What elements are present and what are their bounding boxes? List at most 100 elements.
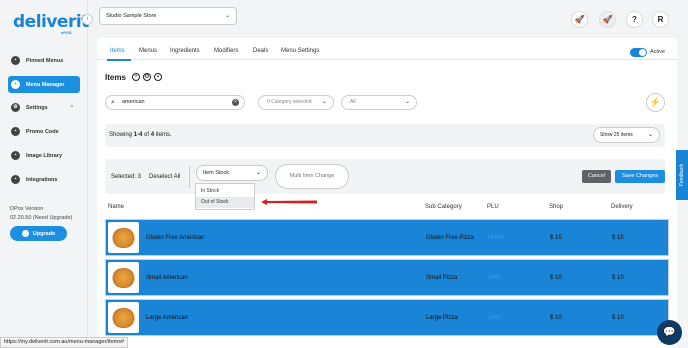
feedback-tab[interactable]: Feedback xyxy=(676,150,688,200)
bulk-action-bar: Selected: 3 Deselect All Item Stock ⌄ Mu… xyxy=(105,159,665,194)
column-header-sub-category: Sub Category xyxy=(425,204,462,210)
help-icon[interactable]: ? xyxy=(626,11,643,28)
upgrade-label: Upgrade xyxy=(32,230,56,237)
item-shop-price: $ 10 xyxy=(550,275,562,281)
item-thumbnail xyxy=(108,302,139,333)
image-icon: ▪ xyxy=(11,151,20,160)
item-shop-price: $ 15 xyxy=(550,235,562,241)
settings-icon[interactable]: ⚙ xyxy=(143,73,151,81)
pin-icon: ▪ xyxy=(11,56,20,65)
deselect-all-link[interactable]: Deselect All xyxy=(149,174,180,180)
settings-icon: ⚙ xyxy=(11,103,20,112)
tab-deals[interactable]: Deals xyxy=(253,48,268,54)
item-sub-category: Gluten Free Pizza xyxy=(426,235,475,241)
summary-middle: of xyxy=(142,132,151,138)
active-toggle-label: Active xyxy=(650,49,665,55)
column-header-name: Name xyxy=(108,204,125,210)
sidebar-item-label: Image Library xyxy=(26,152,63,159)
cancel-button[interactable]: Cancel xyxy=(582,170,611,183)
search-icon: ⌕ xyxy=(111,99,115,106)
quick-action-icon[interactable]: ⚡ xyxy=(646,93,665,112)
sidebar-item-pinned-menus[interactable]: ▪ Pinned Menus xyxy=(8,52,80,69)
sidebar-item-promo-code[interactable]: ▪ Promo Code xyxy=(8,123,80,140)
item-stock-select[interactable]: Item Stock ⌄ xyxy=(196,165,268,181)
search-input[interactable]: ⌕ american × xyxy=(105,95,245,110)
table-row[interactable]: Large American Large Pizza LP02 $ 10 $ 1… xyxy=(105,299,669,336)
column-header-plu: PLU xyxy=(487,204,499,210)
sidebar-item-image-library[interactable]: ▪ Image Library xyxy=(8,147,80,164)
status-filter-placeholder: All xyxy=(350,99,356,105)
selected-count: Selected: 3 xyxy=(111,174,142,180)
active-toggle[interactable] xyxy=(630,48,647,57)
summary-suffix: items. xyxy=(154,132,172,138)
store-select[interactable]: Studio Sample Store ⌄ xyxy=(99,7,237,25)
sidebar-item-label: Menu Manager xyxy=(26,81,65,88)
chevron-down-icon: ⌄ xyxy=(255,170,261,176)
item-delivery-price: $ 10 xyxy=(612,315,624,321)
upgrade-icon xyxy=(21,230,29,237)
annotation-arrow-icon xyxy=(261,199,317,205)
rocket-icon[interactable]: 🚀 xyxy=(571,11,588,28)
collapse-sidebar-button[interactable]: ‹ xyxy=(82,14,93,25)
menu-manager-icon: ▪ xyxy=(11,80,20,89)
tab-ingredients[interactable]: Ingredients xyxy=(170,48,200,54)
chevron-down-icon: ⌄ xyxy=(224,13,230,19)
category-filter[interactable]: 0 Category selected ⌄ xyxy=(258,95,334,110)
item-sub-category: Large Pizza xyxy=(426,315,458,321)
tab-bar: Items Menus Ingredients Modifiers Deals … xyxy=(97,38,677,61)
tab-menu-settings[interactable]: Menu Settings xyxy=(281,48,319,54)
chevron-down-icon: ⌄ xyxy=(404,99,410,105)
promo-icon: ▪ xyxy=(11,127,20,136)
stock-option-in-stock[interactable]: In Stock xyxy=(196,186,254,197)
category-filter-placeholder: 0 Category selected xyxy=(267,99,312,105)
search-value: american xyxy=(122,99,145,105)
item-shop-price: $ 10 xyxy=(550,315,562,321)
avatar[interactable]: R xyxy=(652,11,669,28)
rocket-disabled-icon[interactable]: 🚀 xyxy=(599,11,616,28)
chevron-down-icon: ⌄ xyxy=(321,99,327,105)
logo-subtitle: ePOS xyxy=(61,30,72,35)
save-changes-button[interactable]: Save Changes xyxy=(615,170,665,183)
clear-search-icon[interactable]: × xyxy=(232,99,239,106)
chevron-down-icon: ⌄ xyxy=(647,132,653,138)
item-plu: LP02 xyxy=(488,315,500,321)
per-page-select[interactable]: Show 25 items ⌄ xyxy=(593,127,660,143)
version-title: DPos Version xyxy=(10,206,44,212)
item-thumbnail xyxy=(108,222,139,253)
store-select-value: Studio Sample Store xyxy=(106,13,157,19)
item-name: Gluten Free American xyxy=(146,235,205,241)
item-stock-select-value: Item Stock xyxy=(203,170,229,176)
stock-option-out-of-stock[interactable]: Out of Stock xyxy=(196,197,254,208)
version-value: 02.20.50 (Need Upgrade) xyxy=(10,215,73,221)
tab-menus[interactable]: Menus xyxy=(139,48,157,54)
item-plu: SP02 xyxy=(488,275,501,281)
sidebar-item-integrations[interactable]: ▪ Integrations xyxy=(8,171,80,188)
sidebar-item-label: Integrations xyxy=(26,176,58,183)
add-item-icon[interactable]: + xyxy=(132,73,140,81)
item-delivery-price: $ 10 xyxy=(612,275,624,281)
table-row[interactable]: Gluten Free American Gluten Free Pizza G… xyxy=(105,219,669,256)
item-delivery-price: $ 15 xyxy=(612,235,624,241)
divider xyxy=(189,166,190,188)
page-title: Items xyxy=(105,73,126,82)
chat-icon[interactable]: 💬 xyxy=(657,320,682,345)
logo: deliverit xyxy=(13,12,89,32)
sidebar-item-label: Promo Code xyxy=(26,128,59,135)
sidebar-item-label: Settings xyxy=(26,104,48,111)
table-row[interactable]: Small American Small Pizza SP02 $ 10 $ 1… xyxy=(105,259,669,296)
sidebar-item-settings[interactable]: ⚙ Settings ⌃ xyxy=(8,99,80,116)
tab-items[interactable]: Items xyxy=(110,48,125,54)
item-name: Small American xyxy=(146,275,188,281)
version-info: DPos Version 02.20.50 (Need Upgrade) xyxy=(10,205,72,223)
multi-item-change-button[interactable]: Multi Item Change xyxy=(275,164,349,189)
item-plu: GFP02 xyxy=(488,235,504,241)
upgrade-button[interactable]: Upgrade xyxy=(10,226,67,241)
per-page-value: Show 25 items xyxy=(600,132,633,138)
column-header-delivery: Delivery xyxy=(611,204,633,210)
sidebar-item-menu-manager[interactable]: ▪ Menu Manager xyxy=(8,76,80,93)
tab-modifiers[interactable]: Modifiers xyxy=(214,48,238,54)
delete-icon[interactable]: ▪ xyxy=(154,73,162,81)
column-header-shop: Shop xyxy=(549,204,564,210)
status-filter[interactable]: All ⌄ xyxy=(341,95,417,110)
results-summary-bar: Showing 1-4 of 4 items. Show 25 items ⌄ xyxy=(105,124,665,147)
